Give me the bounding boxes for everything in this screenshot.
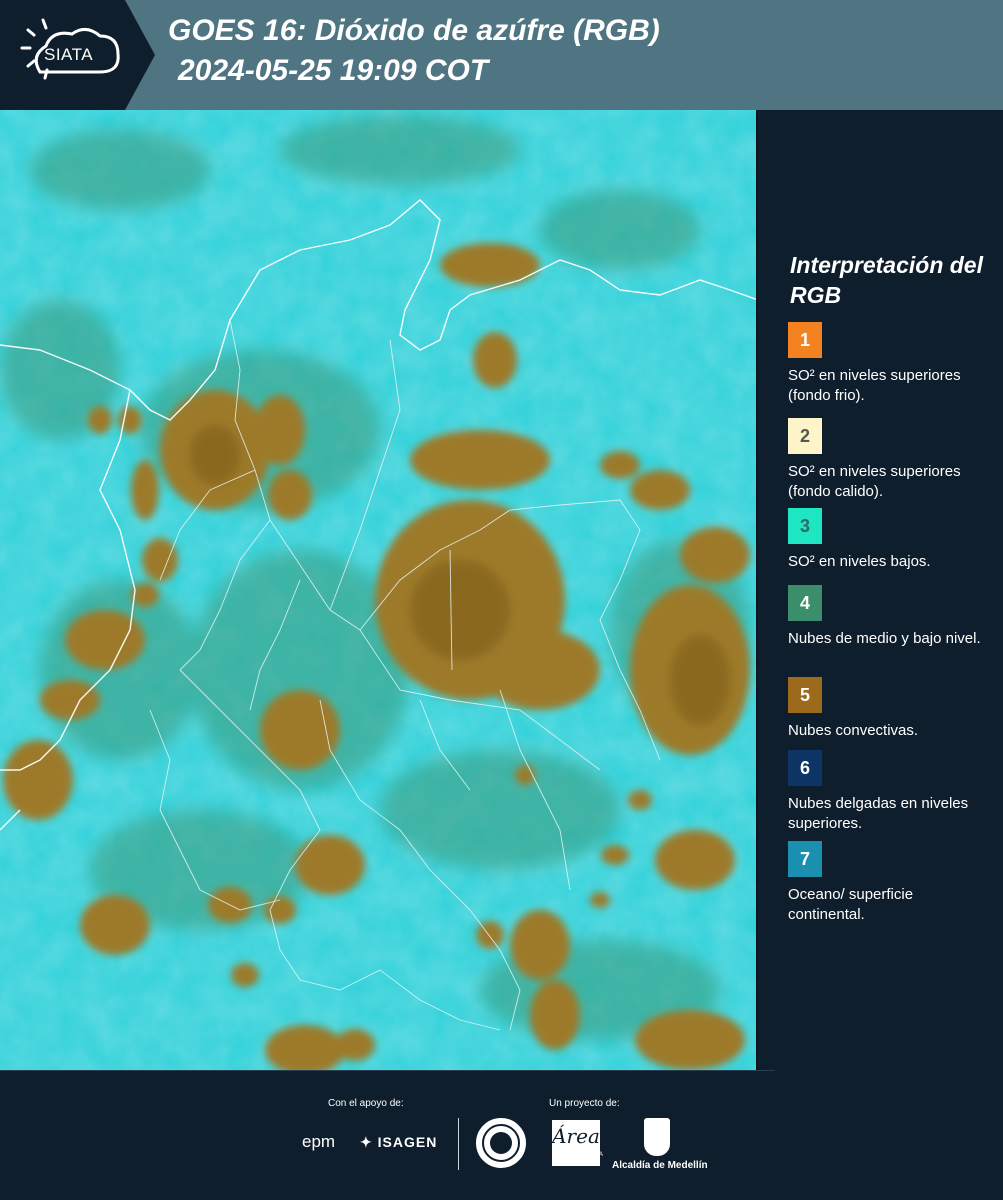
legend-title: Interpretación del RGB [790, 252, 983, 308]
medellin-seal-icon [476, 1118, 526, 1168]
legend-number-2: 2 [799, 425, 810, 446]
footer-divider [458, 1118, 459, 1170]
footer-separator [0, 1070, 775, 1071]
legend-swatch-3: 3 [788, 508, 822, 544]
isagen-logo-text: ISAGEN [377, 1134, 438, 1150]
footer: Con el apoyo de: Un proyecto de: epm ✦ I… [0, 1070, 1003, 1200]
alcaldia-crest-icon [644, 1118, 670, 1156]
epm-logo: epm [302, 1132, 336, 1151]
isagen-mark-icon: ✦ [360, 1134, 373, 1150]
legend-number-3: 3 [799, 515, 810, 536]
legend-text-3: SO² en niveles bajos. [788, 553, 931, 570]
legend-number-5: 5 [799, 684, 810, 705]
page-timestamp: 2024-05-25 19:09 COT [178, 54, 489, 87]
support-label: Con el apoyo de: [328, 1098, 404, 1109]
area-metropolitana-logo: Área [552, 1120, 600, 1166]
legend-item-6: 6 Nubes delgadas en niveles superiores. [788, 750, 993, 834]
legend-text-6: Nubes delgadas en niveles superiores. [788, 795, 969, 832]
siata-logo: SIATA [0, 0, 155, 110]
satellite-map [0, 110, 758, 1070]
legend-text-4: Nubes de medio y bajo nivel. [788, 630, 981, 647]
header: SIATA GOES 16: Dióxido de azúfre (RGB) 2… [0, 0, 1003, 110]
satellite-image [0, 110, 756, 1070]
legend-item-1: 1 SO² en niveles superiores (fondo frio)… [788, 322, 993, 406]
legend-swatch-5: 5 [788, 677, 822, 713]
legend-swatch-6: 6 [788, 750, 822, 786]
legend-text-5: Nubes convectivas. [788, 722, 919, 739]
siata-logo-text: SIATA [44, 45, 94, 64]
legend-number-4: 4 [799, 592, 810, 613]
project-label: Un proyecto de: [549, 1098, 620, 1109]
legend-number-7: 7 [799, 848, 810, 869]
alcaldia-label: Alcaldía de Medellín [612, 1160, 708, 1171]
legend-number-6: 6 [799, 757, 810, 778]
legend-text-7: Oceano/ superficie continental. [788, 886, 914, 923]
legend-swatch-7: 7 [788, 841, 822, 877]
legend-item-7: 7 Oceano/ superficie continental. [788, 841, 993, 925]
page-title: GOES 16: Dióxido de azúfre (RGB) [168, 14, 660, 47]
legend-item-4: 4 Nubes de medio y bajo nivel. [788, 585, 993, 649]
legend-swatch-1: 1 [788, 322, 822, 358]
legend-number-1: 1 [799, 329, 810, 350]
legend-text-1: SO² en niveles superiores (fondo frio). [788, 367, 961, 404]
isagen-logo: ✦ ISAGEN [360, 1134, 437, 1151]
legend-swatch-2: 2 [788, 418, 822, 454]
legend-item-2: 2 SO² en niveles superiores (fondo calid… [788, 418, 993, 508]
area-metropolitana-subtitle: METROPOLITANA [552, 1152, 603, 1158]
legend-item-5: 5 Nubes convectivas. [788, 677, 993, 741]
legend-swatch-4: 4 [788, 585, 822, 621]
legend-text-2: SO² en niveles superiores (fondo calido)… [788, 463, 961, 500]
legend-panel: Interpretación del RGB 1 SO² en niveles … [760, 110, 1003, 1070]
legend-item-3: 3 SO² en niveles bajos. [788, 508, 993, 572]
